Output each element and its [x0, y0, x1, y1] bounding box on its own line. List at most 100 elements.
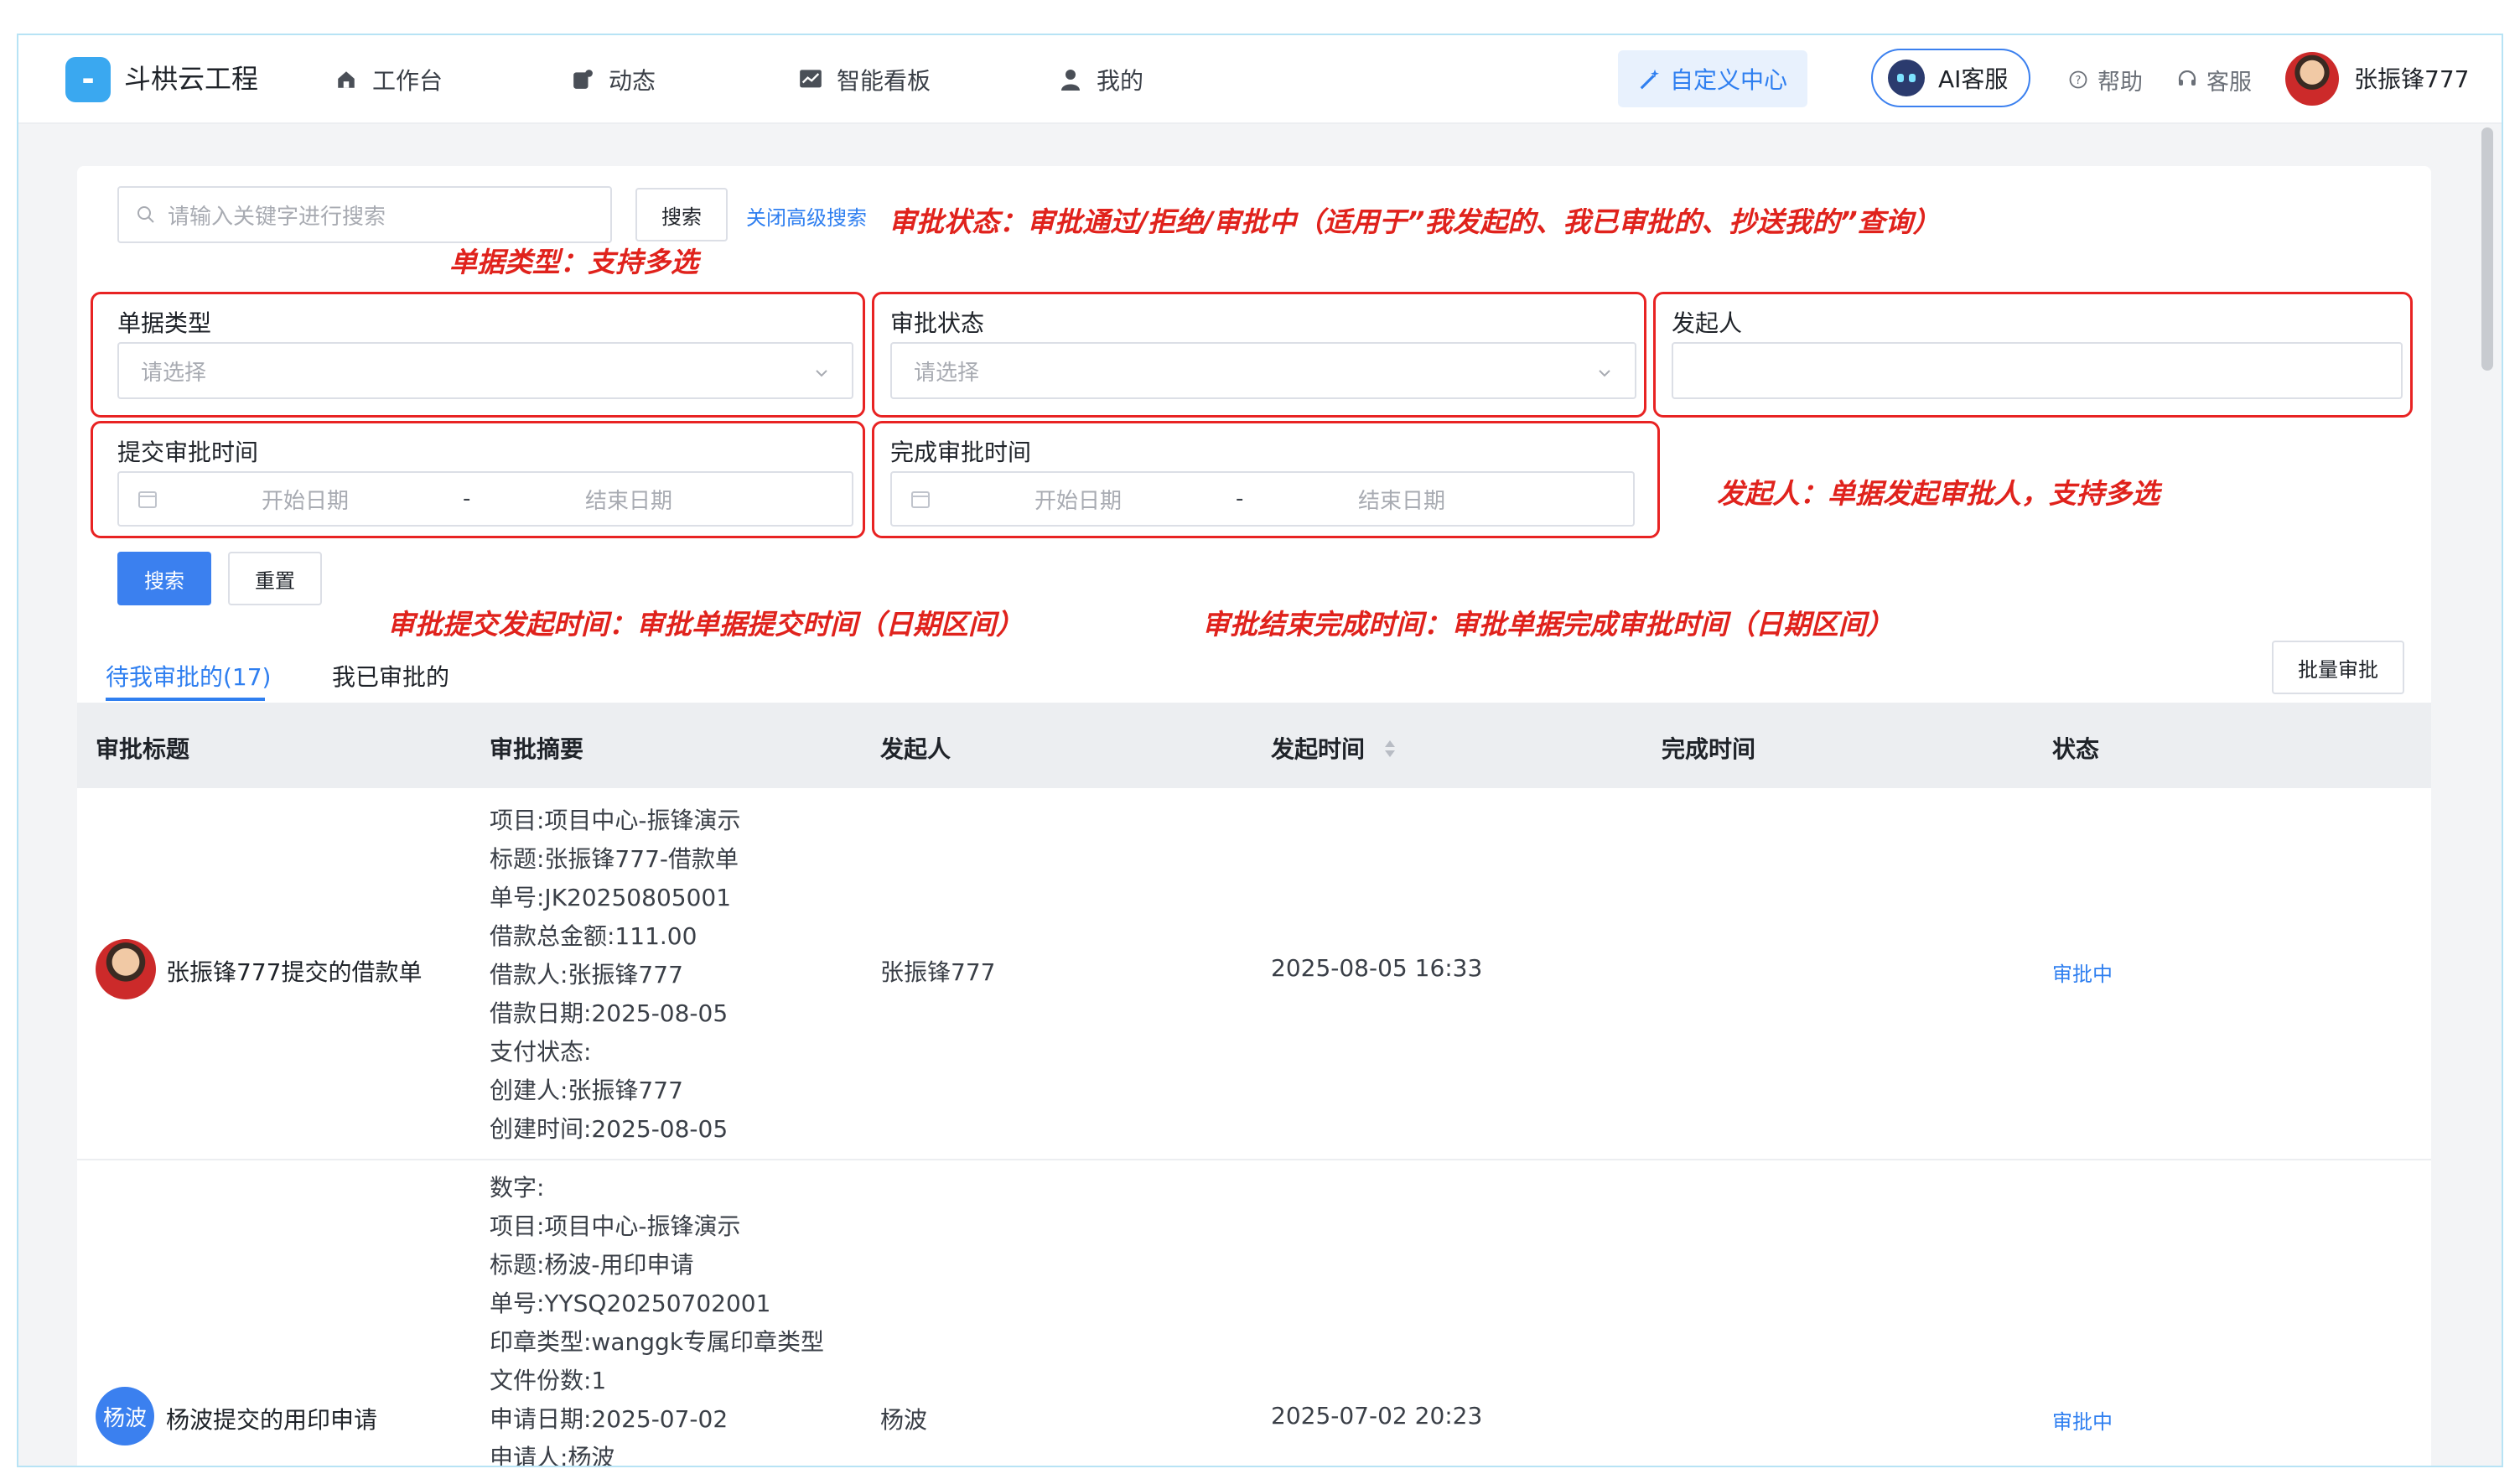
magic-wand-icon [1638, 66, 1663, 91]
initiator-label: 发起人 [1672, 309, 1743, 337]
col-summary: 审批摘要 [490, 735, 584, 763]
status-badge: 审批中 [2052, 1410, 2113, 1434]
avatar [96, 939, 156, 999]
search-input[interactable]: 请输入关键字进行搜索 [117, 186, 612, 243]
vertical-scrollbar[interactable] [2481, 127, 2493, 371]
submit-start-date[interactable]: 开始日期 [262, 484, 349, 515]
row-title[interactable]: 张振锋777提交的借款单 [166, 954, 422, 988]
home-icon [334, 67, 359, 92]
annotation-doc-type: 单据类型：支持多选 [449, 246, 698, 278]
doc-type-placeholder: 请选择 [141, 360, 207, 386]
brand-name[interactable]: 斗栱云工程 [124, 59, 258, 99]
col-title: 审批标题 [96, 735, 190, 763]
annotation-submit-time: 审批提交发起时间：审批单据提交时间（日期区间） [387, 608, 1024, 641]
summary-line: 借款人:张振锋777 [490, 961, 683, 989]
nav-label: 工作台 [372, 67, 443, 95]
app-window: ▬ 斗栱云工程 工作台 动态 智能看板 我的 自定义中心 AI客服 ? 帮助 客… [17, 34, 2503, 1467]
user-avatar[interactable] [2285, 52, 2339, 106]
submit-time-label: 提交审批时间 [117, 439, 259, 466]
search-button[interactable]: 搜索 [635, 188, 728, 241]
col-initiator: 发起人 [880, 735, 951, 763]
submit-end-date[interactable]: 结束日期 [585, 484, 672, 515]
ai-service-button[interactable]: AI客服 [1871, 49, 2030, 107]
dashboard-icon [798, 67, 823, 92]
calendar-icon [137, 489, 158, 509]
search-placeholder: 请输入关键字进行搜索 [168, 204, 386, 230]
avatar: 杨波 [96, 1387, 154, 1445]
activity-icon [570, 67, 595, 92]
summary-line: 标题:张振锋777-借款单 [490, 845, 739, 873]
summary-line: 支付状态: [490, 1038, 592, 1066]
filter-search-button[interactable]: 搜索 [117, 552, 211, 605]
status-select[interactable]: 请选择 [890, 342, 1636, 399]
summary-line: 创建时间:2025-08-05 [490, 1115, 729, 1143]
nav-label: 动态 [609, 67, 656, 95]
nav-workbench[interactable]: 工作台 [334, 60, 443, 99]
search-icon [136, 205, 156, 225]
row-initiator: 杨波 [880, 1406, 928, 1434]
status-label: 审批状态 [890, 309, 985, 337]
annotation-finish-time: 审批结束完成时间：审批单据完成审批时间（日期区间） [1202, 608, 1894, 641]
logo-icon[interactable]: ▬ [65, 57, 111, 102]
service-label: 客服 [2206, 69, 2252, 96]
annotation-initiator: 发起人：单据发起审批人，支持多选 [1717, 477, 2160, 510]
active-tab-indicator [106, 698, 265, 701]
nav-dashboard[interactable]: 智能看板 [798, 60, 931, 99]
svg-text:?: ? [2076, 75, 2082, 87]
nav-label: 智能看板 [837, 67, 931, 95]
top-navbar: ▬ 斗栱云工程 工作台 动态 智能看板 我的 自定义中心 AI客服 ? 帮助 客… [18, 35, 2502, 124]
summary-line: 单号:JK20250805001 [490, 884, 732, 911]
status-badge: 审批中 [2052, 963, 2113, 986]
date-separator: - [463, 486, 471, 511]
finish-time-label: 完成审批时间 [890, 439, 1032, 466]
service-link[interactable]: 客服 [2175, 60, 2252, 99]
custom-center-label: 自定义中心 [1669, 66, 1787, 94]
tab-approved[interactable]: 我已审批的 [332, 659, 449, 693]
row-title[interactable]: 杨波提交的用印申请 [166, 1402, 377, 1435]
row-initiator: 张振锋777 [880, 958, 996, 986]
custom-center-button[interactable]: 自定义中心 [1618, 50, 1807, 107]
batch-approve-button[interactable]: 批量审批 [2272, 641, 2404, 694]
chevron-down-icon [1596, 362, 1613, 387]
sort-icon[interactable] [1383, 737, 1397, 765]
user-icon [1058, 67, 1083, 92]
summary-line: 印章类型:wanggk专属印章类型 [490, 1328, 825, 1356]
annotation-status: 审批状态：审批通过/拒绝/审批中（适用于”我发起的、我已审批的、抄送我的”查询） [889, 200, 1941, 240]
close-advanced-search-link[interactable]: 关闭高级搜索 [746, 201, 867, 231]
summary-line: 申请人:杨波 [490, 1444, 615, 1467]
summary-line: 创建人:张振锋777 [490, 1077, 683, 1104]
summary-line: 借款总金额:111.00 [490, 922, 697, 950]
col-start-time-label: 发起时间 [1271, 735, 1366, 763]
username[interactable]: 张振锋777 [2354, 60, 2469, 99]
summary-line: 申请日期:2025-07-02 [490, 1405, 729, 1433]
nav-activity[interactable]: 动态 [570, 60, 656, 99]
status-placeholder: 请选择 [914, 360, 980, 386]
summary-line: 项目:项目中心-振锋演示 [490, 807, 741, 834]
submit-time-range[interactable]: 开始日期 - 结束日期 [117, 471, 853, 527]
col-status: 状态 [2052, 735, 2100, 763]
robot-icon [1888, 60, 1925, 96]
summary-line: 单号:YYSQ20250702001 [490, 1290, 771, 1317]
help-link[interactable]: ? 帮助 [2066, 60, 2143, 99]
summary-line: 数字: [490, 1174, 545, 1202]
finish-end-date[interactable]: 结束日期 [1358, 484, 1445, 515]
finish-start-date[interactable]: 开始日期 [1034, 484, 1122, 515]
doc-type-select[interactable]: 请选择 [117, 342, 853, 399]
help-label: 帮助 [2097, 69, 2143, 96]
row-summary: 数字: 项目:项目中心-振锋演示 标题:杨波-用印申请 单号:YYSQ20250… [490, 1169, 825, 1467]
row-summary: 项目:项目中心-振锋演示 标题:张振锋777-借款单 单号:JK20250805… [490, 802, 741, 1149]
reset-button[interactable]: 重置 [228, 552, 322, 605]
summary-line: 标题:杨波-用印申请 [490, 1251, 694, 1279]
finish-time-range[interactable]: 开始日期 - 结束日期 [890, 471, 1635, 527]
initiator-input[interactable] [1672, 342, 2403, 399]
ai-service-label: AI客服 [1938, 65, 2009, 93]
headset-icon [2175, 67, 2200, 92]
nav-mine[interactable]: 我的 [1058, 60, 1143, 99]
tab-pending[interactable]: 待我审批的(17) [106, 659, 271, 693]
question-circle-icon: ? [2066, 67, 2091, 92]
nav-label: 我的 [1097, 67, 1144, 95]
col-start-time[interactable]: 发起时间 [1271, 731, 1397, 765]
calendar-icon [910, 489, 931, 509]
row-start-time: 2025-08-05 16:33 [1271, 954, 1483, 982]
doc-type-label: 单据类型 [117, 309, 212, 337]
